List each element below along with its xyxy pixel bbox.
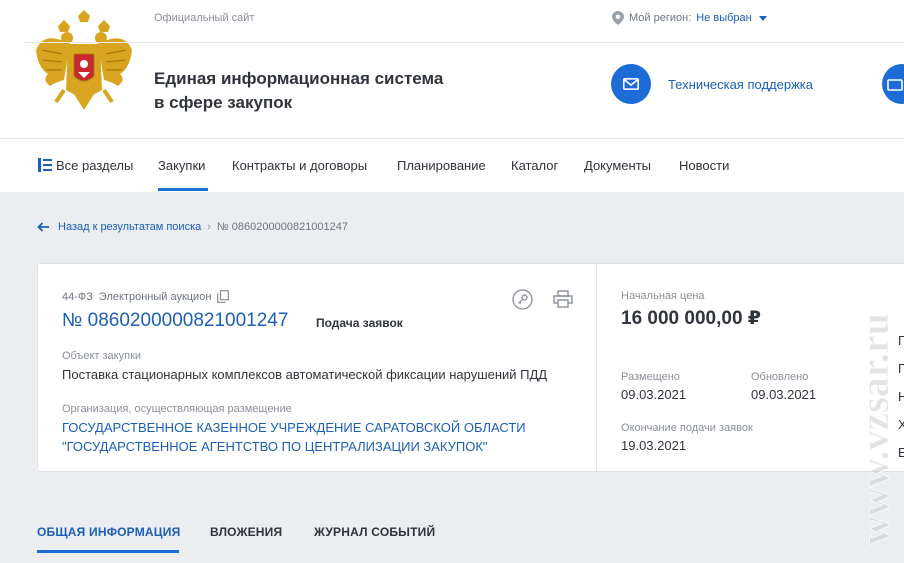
site-title-line2: в сфере закупок [154,93,293,112]
arrow-left-icon[interactable] [37,222,50,232]
nav-documents[interactable]: Документы [584,158,651,173]
nav-contracts[interactable]: Контракты и договоры [232,158,367,173]
updated-value: 09.03.2021 [751,387,817,402]
russian-coat-of-arms-logo[interactable] [34,10,134,116]
org-link[interactable]: ГОСУДАРСТВЕННОЕ КАЗЕННОЕ УЧРЕЖДЕНИЕ САРА… [62,418,582,456]
watermark-text: www.vzsar.ru [852,313,897,545]
cabinet-icon [887,79,903,91]
grid-menu-icon[interactable] [38,158,52,172]
nav-active-indicator [158,188,208,191]
printer-icon[interactable] [553,290,573,308]
nav-news[interactable]: Новости [679,158,729,173]
watermark: www.vzsar.ru [852,313,898,546]
org-name-line1: ГОСУДАРСТВЕННОЕ КАЗЕННОЕ УЧРЕЖДЕНИЕ САРА… [62,420,526,435]
price-value: 16 000 000,00 ₽ [621,308,762,329]
region-selector[interactable]: Мой регион: Не выбран [612,11,767,25]
tab-active-indicator [37,550,179,553]
header-divider [24,42,904,43]
chevron-down-icon[interactable] [758,15,767,21]
posted-value: 09.03.2021 [621,387,687,402]
region-label: Мой регион: [629,12,692,24]
object-value: Поставка стационарных комплексов автомат… [62,367,548,382]
org-name-line2: "ГОСУДАРСТВЕННОЕ АГЕНТСТВО ПО ЦЕНТРАЛИЗА… [62,439,488,454]
breadcrumb: Назад к результатам поиска › № 086020000… [37,221,348,233]
purchase-number[interactable]: № 0860200000821001247 [62,310,288,332]
breadcrumb-current: № 0860200000821001247 [216,221,349,233]
object-label: Объект закупки [62,350,142,362]
method-label: Электронный аукцион [98,290,212,303]
copy-icon[interactable] [217,290,230,303]
back-to-results-link[interactable]: Назад к результатам поиска [58,221,201,233]
main-navigation: Все разделы Закупки Контракты и договоры… [0,138,904,192]
tabs-bar: ОБЩАЯ ИНФОРМАЦИЯ ВЛОЖЕНИЯ ЖУРНАЛ СОБЫТИЙ [0,510,904,563]
org-label: Организация, осуществляющая размещение [62,403,292,415]
key-icon[interactable] [512,289,533,310]
nav-purchases[interactable]: Закупки [158,158,205,173]
nav-all-sections[interactable]: Все разделы [56,158,133,173]
deadline-value: 19.03.2021 [621,438,687,453]
site-title-line1: Единая информационная система [154,69,444,88]
map-pin-icon [612,11,624,25]
region-value[interactable]: Не выбран [696,12,751,24]
tab-attachments[interactable]: ВЛОЖЕНИЯ [210,525,282,539]
nav-planning[interactable]: Планирование [397,158,486,173]
card-divider [596,264,597,471]
site-title[interactable]: Единая информационная система в сфере за… [154,67,494,115]
deadline-label: Окончание подачи заявок [621,422,753,434]
envelope-icon [623,78,639,90]
purchase-type: 44-ФЗ Электронный аукцион [62,290,230,303]
law-label: 44-ФЗ [62,290,93,303]
official-site-label: Официальный сайт [154,12,255,24]
tab-event-log[interactable]: ЖУРНАЛ СОБЫТИЙ [314,525,435,539]
posted-label: Размещено [621,371,680,383]
breadcrumb-separator: › [207,221,211,233]
status-badge: Подача заявок [316,316,403,330]
price-label: Начальная цена [621,290,705,302]
support-button[interactable] [611,64,651,104]
support-link[interactable]: Техническая поддержка [668,77,813,92]
tab-general-info[interactable]: ОБЩАЯ ИНФОРМАЦИЯ [37,525,180,539]
nav-catalog[interactable]: Каталог [511,158,558,173]
updated-label: Обновлено [751,371,809,383]
